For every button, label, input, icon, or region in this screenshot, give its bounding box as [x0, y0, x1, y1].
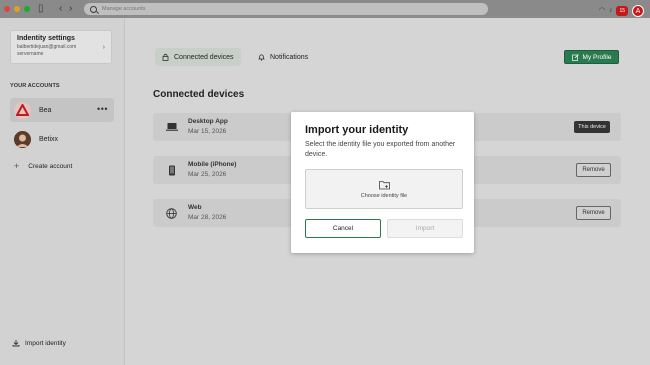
import-button[interactable]: Import [387, 219, 463, 238]
import-identity-dialog: Import your identity Select the identity… [291, 112, 474, 253]
dropzone-label: Choose identity file [360, 192, 408, 199]
cancel-button[interactable]: Cancel [305, 219, 381, 238]
dialog-title: Import your identity [305, 124, 409, 136]
file-dropzone[interactable]: Choose identity file [305, 169, 463, 209]
folder-icon [378, 180, 390, 189]
dialog-subtitle: Select the identity file you exported fr… [305, 141, 456, 158]
